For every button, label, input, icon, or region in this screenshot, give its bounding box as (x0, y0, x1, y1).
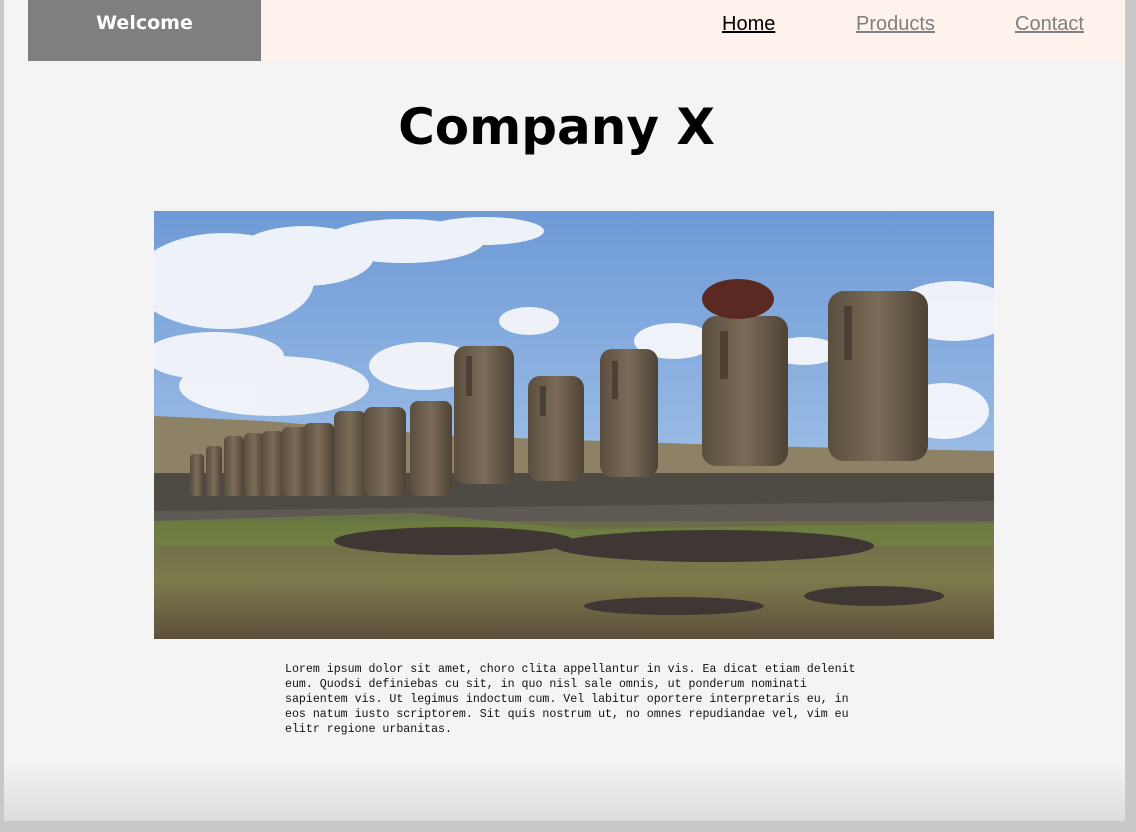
nav-link-home[interactable]: Home (722, 13, 775, 36)
nav-link-contact[interactable]: Contact (1015, 13, 1084, 36)
navbar: Welcome Home Products Contact (28, 0, 1125, 61)
intro-paragraph: Lorem ipsum dolor sit amet, choro clita … (285, 663, 856, 736)
nav-link-products[interactable]: Products (856, 13, 935, 36)
welcome-banner: Welcome (28, 0, 261, 61)
hero-image (154, 211, 994, 639)
page-title: Company X (398, 98, 715, 156)
page: Welcome Home Products Contact Company X (4, 0, 1125, 821)
